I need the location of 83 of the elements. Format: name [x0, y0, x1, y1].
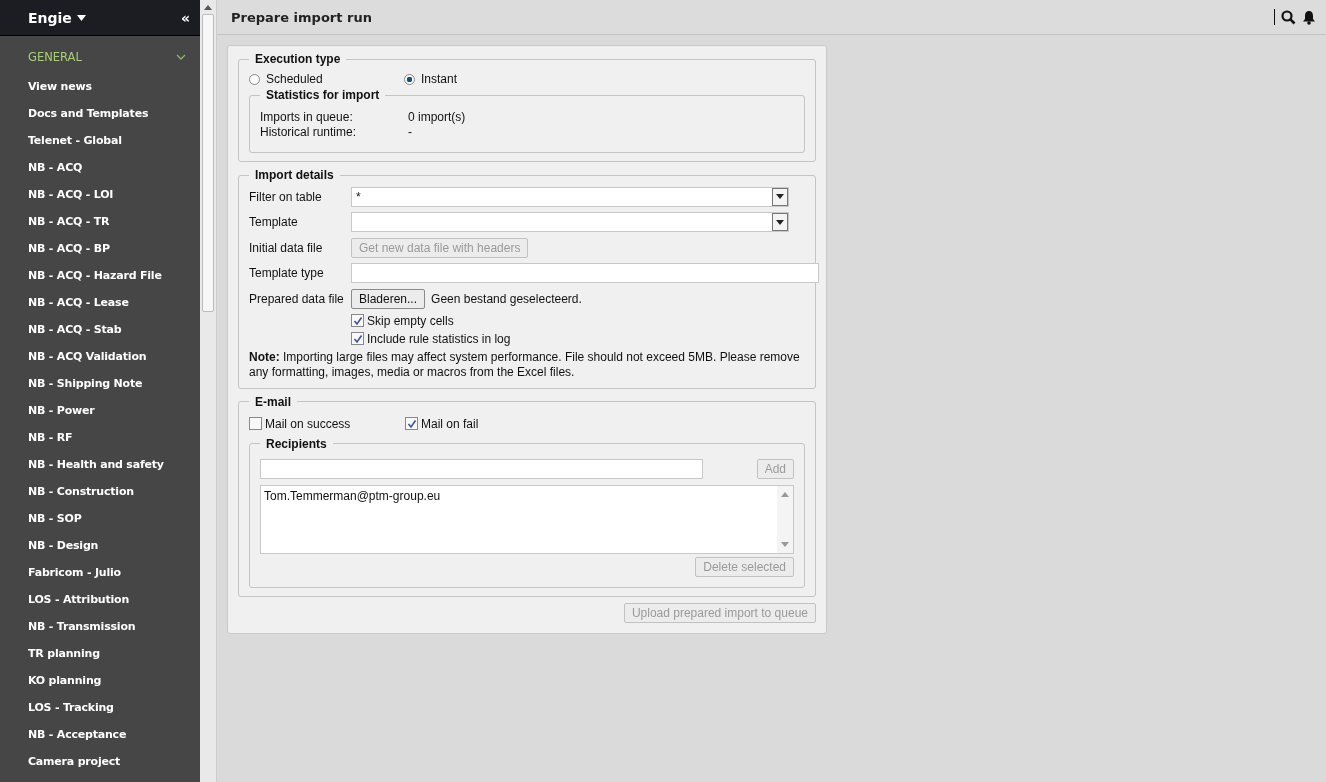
stat-value: -: [408, 125, 412, 140]
sidebar-item[interactable]: Docs and Templates: [0, 100, 200, 127]
sidebar-item[interactable]: Telenet - Global: [0, 127, 200, 154]
radio-label: Scheduled: [266, 72, 323, 86]
scroll-up-icon: [781, 491, 789, 497]
caret-icon: [76, 14, 86, 21]
scroll-thumb[interactable]: [202, 14, 214, 312]
section-header[interactable]: GENERAL: [0, 36, 200, 73]
sidebar-item[interactable]: NB - ACQ - TR: [0, 208, 200, 235]
sidebar-item[interactable]: NB - ACQ - Lease: [0, 289, 200, 316]
scroll-down-icon: [781, 541, 789, 547]
search-icon[interactable]: [1281, 9, 1296, 25]
checkbox-option[interactable]: Mail on success: [249, 414, 405, 433]
field-label: Filter on table: [249, 189, 323, 204]
sidebar-item[interactable]: TR planning: [0, 640, 200, 667]
scroll-up-icon: [204, 5, 212, 10]
checkbox-label: Mail on fail: [421, 415, 479, 433]
radio-label: Instant: [421, 72, 458, 86]
group-title: E-mail: [254, 394, 292, 409]
sidebar-item[interactable]: Camera project: [0, 748, 200, 775]
sidebar-item[interactable]: NB - Power: [0, 397, 200, 424]
sidebar-item[interactable]: NB - ACQ Validation: [0, 343, 200, 370]
sidebar-item[interactable]: Fabricom - Julio: [0, 559, 200, 586]
checkbox-label: Skip empty cells: [367, 312, 454, 330]
stat-label: Historical runtime:: [260, 125, 358, 140]
sidebar-item[interactable]: NB - RF: [0, 424, 200, 451]
sidebar-item[interactable]: NB - Design: [0, 532, 200, 559]
sidebar-item[interactable]: LOS - Tracking: [0, 694, 200, 721]
checkbox[interactable]: [351, 314, 364, 327]
sidebar-item[interactable]: NB - ACQ - BP: [0, 235, 200, 262]
checkbox-option[interactable]: Include rule statistics in log: [351, 329, 805, 348]
sidebar-item[interactable]: NB - Shipping Note: [0, 370, 200, 397]
page-title: Prepare import run: [231, 9, 372, 25]
template-dropdown[interactable]: [351, 212, 789, 233]
field-label: Template: [249, 215, 299, 230]
group-title: Statistics for import: [265, 88, 381, 102]
sidebar-item[interactable]: NB - Transmission: [0, 613, 200, 640]
group-title: Execution type: [254, 52, 342, 66]
group-title: Recipients: [265, 436, 328, 451]
group-title: Import details: [254, 168, 335, 182]
checkbox-label: Include rule statistics in log: [367, 330, 511, 348]
sidebar-item[interactable]: NB - SOP: [0, 505, 200, 532]
recipient-item[interactable]: Tom.Temmerman@ptm-group.eu: [264, 488, 774, 503]
browse-button[interactable]: Bladeren...: [351, 288, 426, 309]
field-label: Prepared data file: [249, 291, 345, 306]
radio-button[interactable]: [404, 73, 415, 85]
sidebar-item[interactable]: NB - Health and safety: [0, 451, 200, 478]
field-label: Initial data file: [249, 240, 324, 255]
checkbox[interactable]: [249, 417, 262, 430]
field-label: Template type: [249, 266, 325, 281]
email-field[interactable]: [260, 458, 703, 479]
sidebar-item[interactable]: LOS - Attribution: [0, 586, 200, 613]
brand-menu[interactable]: Engie: [28, 9, 86, 26]
sidebar-item[interactable]: NB - Acceptance: [0, 721, 200, 748]
recipients-list[interactable]: Tom.Temmerman@ptm-group.eu: [260, 484, 794, 554]
sidebar-item[interactable]: NB - ACQ - Stab: [0, 316, 200, 343]
checkbox-option[interactable]: Mail on fail: [405, 414, 561, 433]
table-filter-dropdown[interactable]: *: [351, 186, 789, 207]
collapse-button[interactable]: «: [180, 9, 190, 26]
template-type-field[interactable]: [351, 263, 819, 284]
radio-option[interactable]: Scheduled: [249, 72, 404, 86]
scrollbar[interactable]: [777, 485, 793, 553]
checkbox[interactable]: [351, 332, 364, 345]
file-status: Geen bestand geselecteerd.: [431, 291, 582, 306]
sidebar-item[interactable]: KO planning: [0, 667, 200, 694]
radio-button[interactable]: [249, 73, 260, 85]
sidebar-item[interactable]: NB - ACQ - LOI: [0, 181, 200, 208]
notification-bell-icon[interactable]: [1302, 9, 1316, 25]
sidebar-item[interactable]: NB - Construction: [0, 478, 200, 505]
checkbox-label: Mail on success: [265, 415, 351, 433]
dropdown-value: *: [355, 189, 361, 204]
checkbox-option[interactable]: Skip empty cells: [351, 311, 805, 330]
stat-label: Imports in queue:: [260, 110, 354, 125]
radio-option[interactable]: Instant: [404, 72, 559, 86]
checkbox[interactable]: [405, 417, 418, 430]
chevron-icon: [176, 54, 186, 60]
sidebar-item[interactable]: NB - ACQ: [0, 154, 200, 181]
note-text: Note: Importing large files may affect system performance. File should not exceed 5MB. Please remove any formatting, images, media or macros from the Excel files.: [249, 349, 801, 380]
stat-value: 0 import(s): [408, 110, 466, 125]
scrollbar[interactable]: [200, 0, 217, 782]
section-label: GENERAL: [28, 50, 82, 64]
sidebar-item[interactable]: View news: [0, 73, 200, 100]
sidebar-item[interactable]: NB - ACQ - Hazard File: [0, 262, 200, 289]
